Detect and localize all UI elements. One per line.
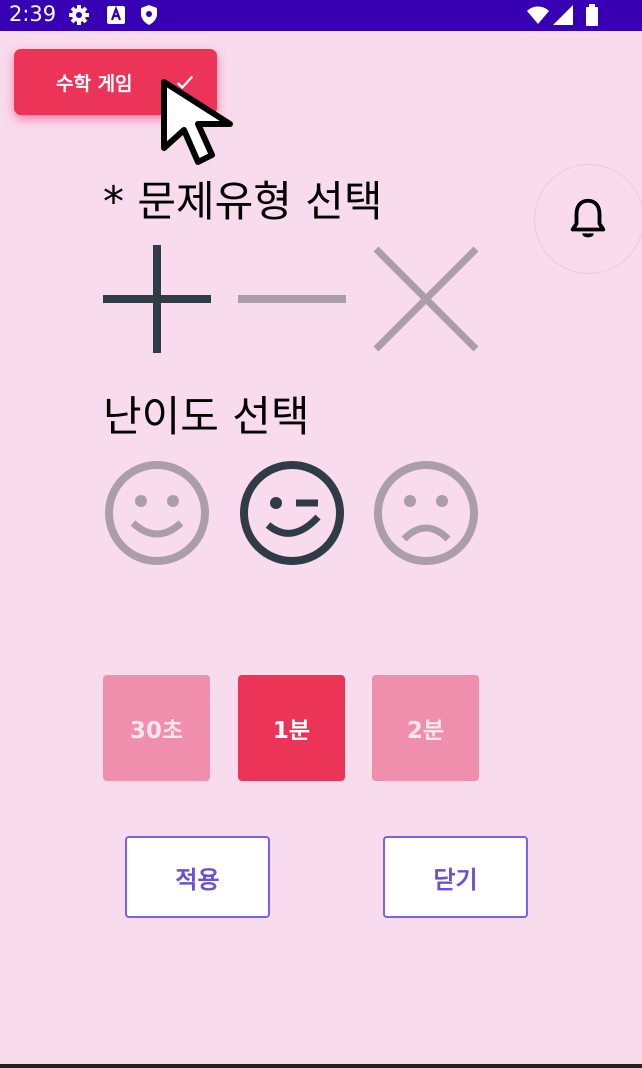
wink-face-icon[interactable] bbox=[238, 459, 346, 567]
wifi-icon bbox=[527, 6, 549, 24]
bell-icon bbox=[570, 198, 606, 238]
navigation-bar bbox=[0, 1064, 642, 1068]
battery-icon bbox=[586, 4, 598, 26]
minus-icon[interactable] bbox=[238, 245, 346, 353]
notification-button[interactable] bbox=[534, 164, 642, 274]
operation-title: * 문제유형 선택 bbox=[103, 177, 383, 226]
shield-icon bbox=[141, 5, 157, 25]
game-selector-label: 수학 게임 bbox=[56, 73, 133, 95]
status-bar: 2:39 bbox=[0, 0, 642, 31]
time-option-2m[interactable]: 2분 bbox=[372, 675, 479, 781]
time-option-30s[interactable]: 30초 bbox=[103, 675, 210, 781]
status-time: 2:39 bbox=[9, 2, 57, 26]
time-option-1m[interactable]: 1분 bbox=[238, 675, 345, 781]
multiply-icon[interactable] bbox=[372, 245, 480, 353]
apply-button[interactable]: 적용 bbox=[125, 836, 270, 918]
a-badge-icon bbox=[107, 5, 125, 24]
mouse-pointer-icon bbox=[161, 79, 233, 165]
signal-icon bbox=[553, 5, 573, 25]
close-button[interactable]: 닫기 bbox=[383, 836, 528, 918]
gear-icon bbox=[69, 5, 89, 25]
smile-face-icon[interactable] bbox=[103, 459, 211, 567]
difficulty-title: 난이도 선택 bbox=[103, 392, 310, 441]
sad-face-icon[interactable] bbox=[372, 459, 480, 567]
plus-icon[interactable] bbox=[103, 245, 211, 353]
